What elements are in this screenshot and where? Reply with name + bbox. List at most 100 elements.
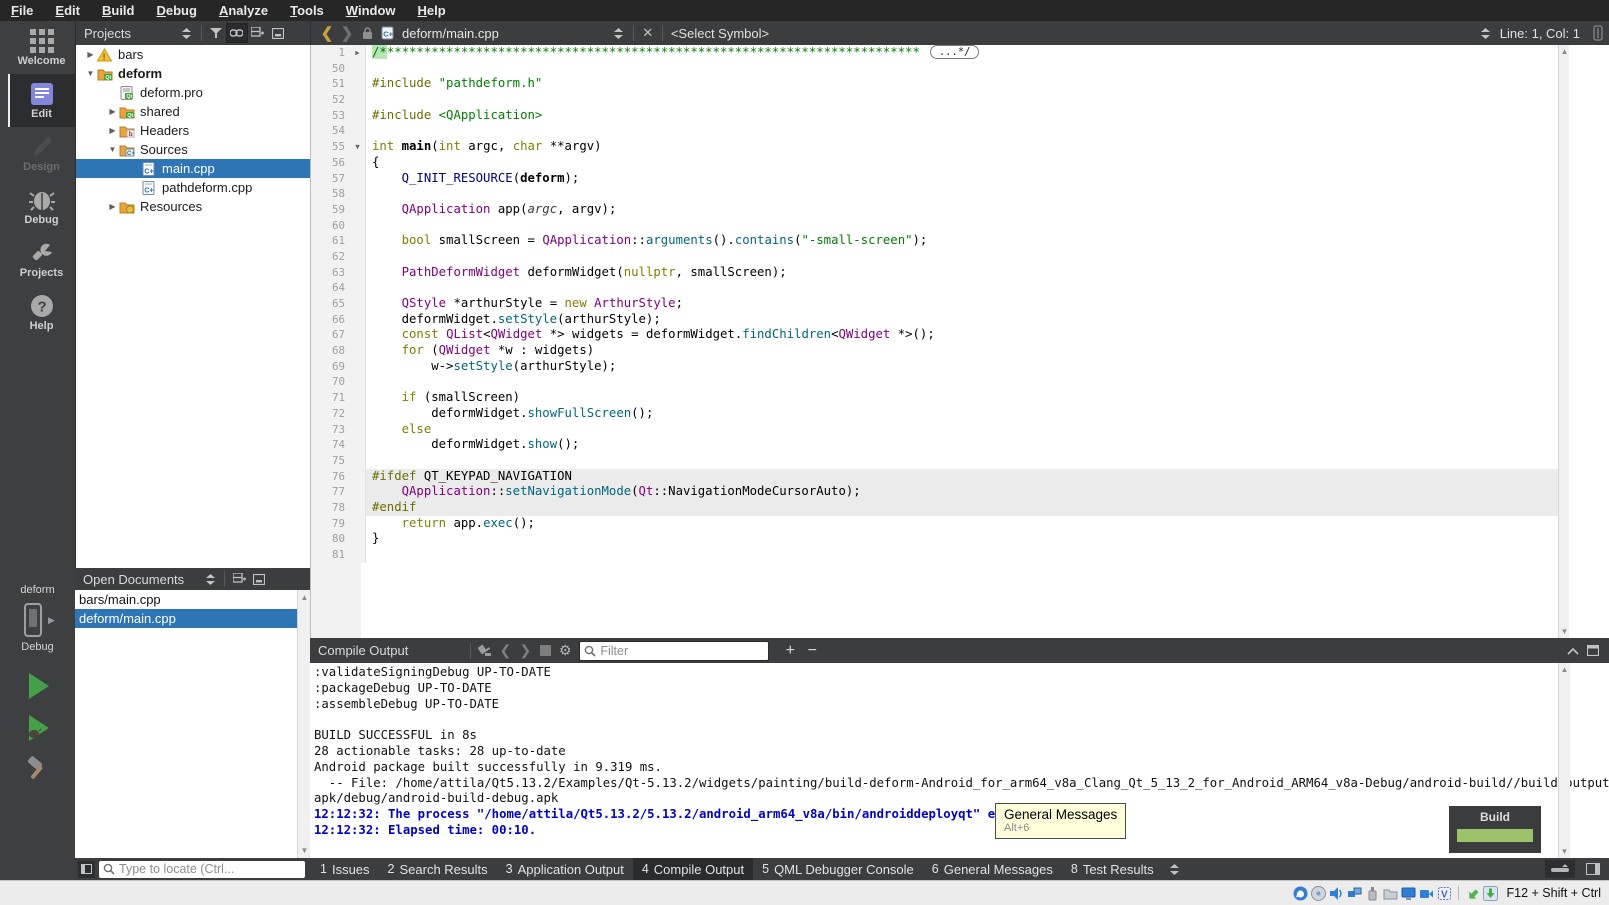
- opendocs-updown-icon[interactable]: [200, 570, 220, 588]
- fold-marker-icon: [350, 108, 366, 124]
- expander-icon[interactable]: ▼: [84, 69, 97, 78]
- kit-selector-button[interactable]: ▶: [0, 602, 75, 638]
- vm-display-icon[interactable]: [1401, 886, 1416, 901]
- vm-recording-icon[interactable]: [1419, 886, 1434, 901]
- menu-build[interactable]: Build: [91, 0, 146, 21]
- panel-select-updown-icon[interactable]: [177, 24, 197, 42]
- expander-icon[interactable]: ▶: [106, 202, 119, 211]
- maximize-pane-icon[interactable]: [1583, 642, 1603, 660]
- line-number: 60: [311, 218, 350, 234]
- minimize-pane-icon[interactable]: [1563, 642, 1583, 660]
- tree-item-pathdeform-cpp[interactable]: C+ pathdeform.cpp: [76, 178, 311, 197]
- toggle-left-sidebar-icon[interactable]: [78, 861, 95, 878]
- toggle-right-sidebar-icon[interactable]: [1583, 860, 1603, 878]
- vm-features-icon[interactable]: V: [1437, 886, 1452, 901]
- forward-icon[interactable]: ❯: [337, 24, 357, 42]
- pane-button-application-output[interactable]: 3Application Output: [497, 858, 633, 880]
- tree-item-shared[interactable]: ▶ Qt shared: [76, 102, 311, 121]
- clear-output-icon[interactable]: [475, 642, 495, 660]
- document-dropdown-icon[interactable]: [609, 24, 629, 42]
- code-line-71: 71 if (smallScreen): [311, 390, 1559, 406]
- menu-analyze[interactable]: Analyze: [208, 0, 279, 21]
- vm-keyboard-capture-icon[interactable]: [1483, 886, 1498, 901]
- open-document-deform-main-cpp[interactable]: deform/main.cpp: [75, 609, 298, 628]
- vm-optical-drive-icon[interactable]: [1311, 886, 1326, 901]
- run-debug-button[interactable]: [0, 713, 75, 743]
- next-item-icon[interactable]: ❯: [515, 642, 535, 660]
- scroll-down-icon[interactable]: ▼: [1559, 847, 1570, 856]
- mode-welcome[interactable]: Welcome: [8, 21, 75, 74]
- tree-item-resources[interactable]: ▶ Resources: [76, 197, 311, 216]
- opendocs-close-icon[interactable]: [249, 570, 269, 588]
- stop-icon[interactable]: [535, 642, 555, 660]
- mode-help[interactable]: ? Help: [8, 286, 75, 339]
- tree-item-deform[interactable]: ▼ Qt deform: [76, 64, 311, 83]
- mode-debug[interactable]: Debug: [8, 180, 75, 233]
- vm-network-icon[interactable]: [1347, 886, 1362, 901]
- menu-tools[interactable]: Tools: [279, 0, 335, 21]
- zoom-in-output-icon[interactable]: +: [779, 642, 801, 660]
- close-document-icon[interactable]: ✕: [638, 24, 658, 42]
- menu-help[interactable]: Help: [407, 0, 457, 21]
- output-filter-input[interactable]: Filter: [579, 641, 769, 661]
- menu-edit[interactable]: Edit: [44, 0, 91, 21]
- back-icon[interactable]: ❮: [317, 24, 337, 42]
- code-line-59: 59 QApplication app(argc, argv);: [311, 202, 1559, 218]
- open-document-bars-main-cpp[interactable]: bars/main.cpp: [75, 590, 298, 609]
- fold-marker-icon[interactable]: ▼: [350, 139, 366, 155]
- fold-marker-icon[interactable]: ▶: [350, 45, 366, 61]
- pane-button-compile-output[interactable]: 4Compile Output: [633, 858, 753, 880]
- menu-file[interactable]: File: [0, 0, 44, 21]
- fold-marker-icon: [350, 171, 366, 187]
- split-panel-icon[interactable]: [248, 24, 268, 42]
- pane-button-search-results[interactable]: 2Search Results: [379, 858, 497, 880]
- panes-updown-icon[interactable]: [1165, 860, 1185, 878]
- menu-window[interactable]: Window: [335, 0, 407, 21]
- code-editor[interactable]: 1 ▶ /***********************************…: [310, 45, 1559, 638]
- code-line-53: 53 #include <QApplication>: [311, 108, 1559, 124]
- run-button[interactable]: [0, 671, 75, 701]
- vm-hard-disk-icon[interactable]: [1293, 886, 1308, 901]
- filter-tree-icon[interactable]: [206, 24, 226, 42]
- vm-audio-icon[interactable]: [1329, 886, 1344, 901]
- vm-usb-icon[interactable]: [1365, 886, 1380, 901]
- pane-button-qml-debugger-console[interactable]: 5QML Debugger Console: [753, 858, 923, 880]
- tree-item-main-cpp[interactable]: C+ main.cpp: [76, 159, 311, 178]
- pane-button-general-messages[interactable]: 6General Messages: [923, 858, 1062, 880]
- compile-output-content[interactable]: :validateSigningDebug UP-TO-DATE:package…: [310, 663, 1609, 860]
- scroll-up-icon[interactable]: ▲: [1559, 663, 1570, 674]
- vm-shared-folders-icon[interactable]: [1383, 886, 1398, 901]
- tree-item-label: deform: [118, 66, 162, 81]
- open-documents-scrollbar[interactable]: ▲ ▼: [297, 590, 311, 858]
- locator-input[interactable]: Type to locate (Ctrl...: [99, 861, 305, 878]
- open-file-name[interactable]: deform/main.cpp: [402, 26, 499, 41]
- code-line-67: 67 const QList<QWidget *> widgets = defo…: [311, 327, 1559, 343]
- vm-mouse-integration-icon[interactable]: [1465, 886, 1480, 901]
- opendocs-split-icon[interactable]: [229, 570, 249, 588]
- settings-gear-icon[interactable]: ⚙: [555, 642, 575, 660]
- tree-item-deform-pro[interactable]: Qt deform.pro: [76, 83, 311, 102]
- menu-debug[interactable]: Debug: [145, 0, 207, 21]
- previous-item-icon[interactable]: ❮: [495, 642, 515, 660]
- toolbar-options-icon[interactable]: [1588, 24, 1608, 42]
- pane-button-issues[interactable]: 1Issues: [311, 858, 379, 880]
- build-button[interactable]: [0, 755, 75, 783]
- linecol-updown-icon[interactable]: [1476, 24, 1496, 42]
- expander-icon[interactable]: ▶: [84, 50, 97, 59]
- tree-item-bars[interactable]: ▶ ! bars: [76, 45, 311, 64]
- sync-with-editor-icon[interactable]: [226, 23, 248, 43]
- close-panel-icon[interactable]: [268, 24, 288, 42]
- collapsed-region-box[interactable]: ...*/: [930, 45, 980, 59]
- tree-item-sources[interactable]: ▼ C+ Sources: [76, 140, 311, 159]
- tree-item-headers[interactable]: ▶ h Headers: [76, 121, 311, 140]
- expander-icon[interactable]: ▼: [106, 145, 119, 154]
- build-progress-details-icon[interactable]: [1545, 860, 1575, 878]
- symbol-selector[interactable]: <Select Symbol>: [671, 26, 769, 41]
- zoom-out-output-icon[interactable]: −: [801, 642, 823, 660]
- mode-projects[interactable]: Projects: [8, 233, 75, 286]
- pane-button-test-results[interactable]: 8Test Results: [1062, 858, 1163, 880]
- output-scrollbar[interactable]: ▲ ▼: [1558, 663, 1570, 858]
- expander-icon[interactable]: ▶: [106, 126, 119, 135]
- mode-edit[interactable]: Edit: [8, 74, 75, 127]
- expander-icon[interactable]: ▶: [106, 107, 119, 116]
